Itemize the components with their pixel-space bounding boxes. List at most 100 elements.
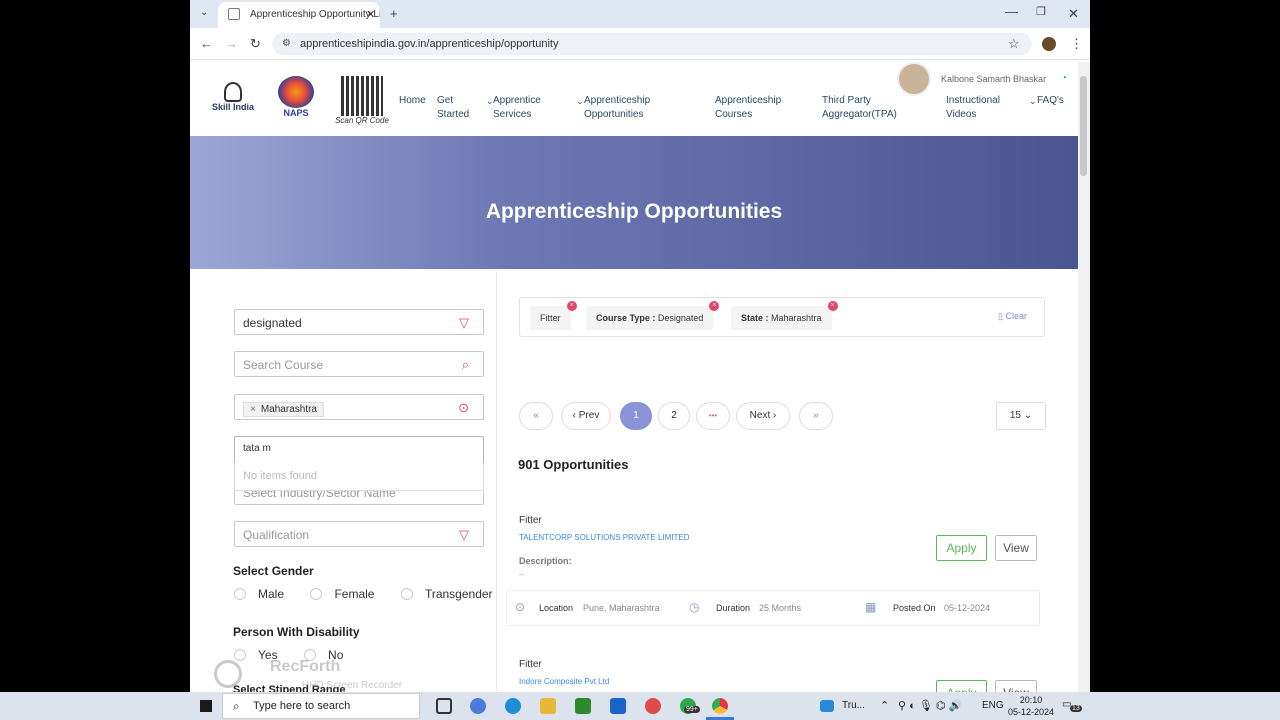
browser-tab[interactable]: Apprenticeship Opportunity Li ✕ (218, 2, 380, 28)
chip-course-type: Course Type : Designated × (586, 301, 720, 330)
remove-tag-icon[interactable]: × (250, 404, 256, 415)
page-scrollbar[interactable] (1078, 62, 1090, 692)
nav-instructional-videos[interactable]: Instructional Videos (946, 94, 1016, 122)
recorder-app-icon[interactable] (645, 698, 661, 714)
prev-label: Prev (578, 410, 600, 421)
apply-button[interactable]: Apply (936, 535, 987, 561)
restore-icon[interactable]: ❐ (1036, 7, 1046, 18)
state-tag[interactable]: × Maharashtra (243, 402, 324, 417)
close-window-icon[interactable]: ✕ (1068, 7, 1079, 20)
page-2-button[interactable]: 2 (658, 402, 690, 430)
reload-icon[interactable]: ↻ (250, 37, 261, 50)
taskbar-search[interactable]: ⌕ Type here to search (222, 693, 420, 719)
clock-date: 05-12-2024 (1007, 707, 1055, 717)
more-pages-button[interactable]: ••• (696, 402, 730, 430)
course-type-field[interactable]: designated ▽ (234, 309, 484, 335)
qr-code: Scan QR Code (332, 76, 392, 125)
profile-avatar[interactable] (1042, 37, 1056, 51)
gender-options: Male Female Transgender (234, 585, 515, 603)
course-type-value: designated (243, 316, 302, 330)
qualification-select[interactable]: Qualification ▽ (234, 521, 484, 547)
store-icon[interactable] (575, 698, 591, 714)
outlook-icon[interactable] (610, 698, 626, 714)
file-explorer-icon[interactable] (540, 698, 556, 714)
duration-value: 25 Months (759, 603, 802, 613)
remove-chip-icon[interactable]: × (709, 301, 720, 311)
close-tab-icon[interactable]: ✕ (366, 8, 375, 21)
site-info-icon[interactable]: ⚙ (282, 38, 291, 49)
chrome-icon[interactable] (712, 698, 728, 714)
clock[interactable]: 20:10 05-12-2024 (1006, 694, 1056, 718)
tab-strip: ⌄ Apprenticeship Opportunity Li ✕ + — ❐ … (190, 0, 1090, 28)
company-link[interactable]: TALENTCORP SOLUTIONS PRIVATE LIMITED (519, 533, 690, 542)
task-view-icon[interactable] (436, 698, 452, 714)
windows-start-icon[interactable] (200, 700, 212, 712)
naps-logo[interactable]: NAPS (276, 76, 316, 118)
forward-icon[interactable]: → (225, 37, 238, 50)
active-filters-bar: Fitter × Course Type : Designated × Stat… (519, 297, 1045, 337)
language-indicator[interactable]: ENG (982, 700, 1004, 711)
page-1-button[interactable]: 1 (620, 402, 652, 430)
description-value: -- (519, 570, 525, 579)
view-button[interactable]: View (995, 680, 1037, 692)
browser-menu-icon[interactable]: ⋮ (1070, 37, 1083, 50)
new-tab-icon[interactable]: + (390, 7, 398, 20)
location-pin-icon: ⊙ (458, 400, 469, 415)
site-favicon-icon (228, 8, 240, 20)
posted-label: Posted On (893, 603, 936, 613)
prev-page-button[interactable]: ‹ Prev (561, 402, 611, 430)
taskbar-search-placeholder: Type here to search (253, 700, 351, 712)
loading-spinner-icon: ◔ (1061, 73, 1068, 84)
chevron-up-icon[interactable]: ⌃ (880, 699, 889, 712)
bookmark-star-icon[interactable]: ☆ (1008, 37, 1020, 50)
chip-fitter-label: Fitter (540, 313, 561, 323)
weather-text[interactable]: Tru... (842, 700, 865, 711)
gender-male-label: Male (258, 586, 285, 601)
next-page-button[interactable]: Next › (736, 402, 790, 430)
minimize-icon[interactable]: — (1005, 5, 1018, 18)
tray-icons[interactable]: ⚲ ◐ 🎙 ⌬ 🔊 (898, 699, 962, 712)
url-field[interactable]: ⚙ apprenticeshipindia.gov.in/apprentices… (272, 33, 1032, 55)
windows-taskbar: ⌕ Type here to search 99+ Tru... ⌃ ⚲ ◐ 🎙… (0, 692, 1280, 720)
state-select[interactable]: × Maharashtra ⊙ (234, 394, 484, 420)
radio-transgender[interactable] (400, 587, 413, 600)
nav-apprenticeship-courses[interactable]: Apprenticeship Courses (715, 94, 795, 122)
search-course-placeholder: Search Course (243, 358, 324, 372)
per-page-select[interactable]: 15 ⌄ (996, 402, 1046, 430)
skill-india-logo[interactable]: Skill India (208, 82, 258, 112)
first-page-button[interactable]: « (519, 402, 553, 430)
nav-apprenticeship-opportunities[interactable]: Apprenticeship Opportunities (584, 94, 664, 122)
tab-title: Apprenticeship Opportunity Li (250, 9, 380, 20)
scrollbar-thumb[interactable] (1080, 76, 1087, 176)
company-link[interactable]: Indore Composite Pvt Ltd (519, 677, 609, 686)
chip-state-value: Maharashtra (771, 313, 822, 323)
nav-home[interactable]: Home (399, 94, 426, 108)
search-course-input[interactable]: Search Course ⌕ (234, 351, 484, 377)
page-title: Apprenticeship Opportunities (485, 200, 783, 223)
remove-chip-icon[interactable]: × (827, 301, 838, 311)
radio-female[interactable] (310, 587, 323, 600)
nav-tpa[interactable]: Third Party Aggregator(TPA) (822, 94, 912, 122)
autocomplete-dropdown: No items found (234, 463, 484, 491)
nav-apprentice-services[interactable]: Apprentice Services (493, 94, 553, 122)
nav-get-started[interactable]: Get Started (437, 94, 477, 122)
copilot-icon[interactable] (470, 698, 486, 714)
apply-button[interactable]: Apply (936, 680, 987, 692)
nav-faqs[interactable]: FAQ's (1037, 94, 1064, 108)
remove-chip-icon[interactable]: × (566, 301, 577, 311)
per-page-value: 15 (1009, 410, 1021, 421)
clear-filters-button[interactable]: ▯ Clear (998, 311, 1027, 322)
view-button[interactable]: View (995, 535, 1037, 561)
last-page-button[interactable]: » (799, 402, 833, 430)
chip-fitter: Fitter × (530, 301, 577, 330)
user-area[interactable]: Kalbone Samarth Bhaskar ◔ (883, 62, 1078, 96)
tab-list-icon[interactable]: ⌄ (200, 8, 208, 18)
edge-icon[interactable] (505, 698, 521, 714)
opportunity-title: Fitter (519, 515, 542, 526)
company-search-input[interactable]: tata m (234, 436, 484, 464)
location-label: Location (539, 603, 574, 613)
calendar-icon: ▦ (865, 600, 877, 614)
weather-icon[interactable] (820, 700, 834, 712)
back-icon[interactable]: ← (200, 37, 213, 50)
radio-male[interactable] (234, 587, 246, 600)
